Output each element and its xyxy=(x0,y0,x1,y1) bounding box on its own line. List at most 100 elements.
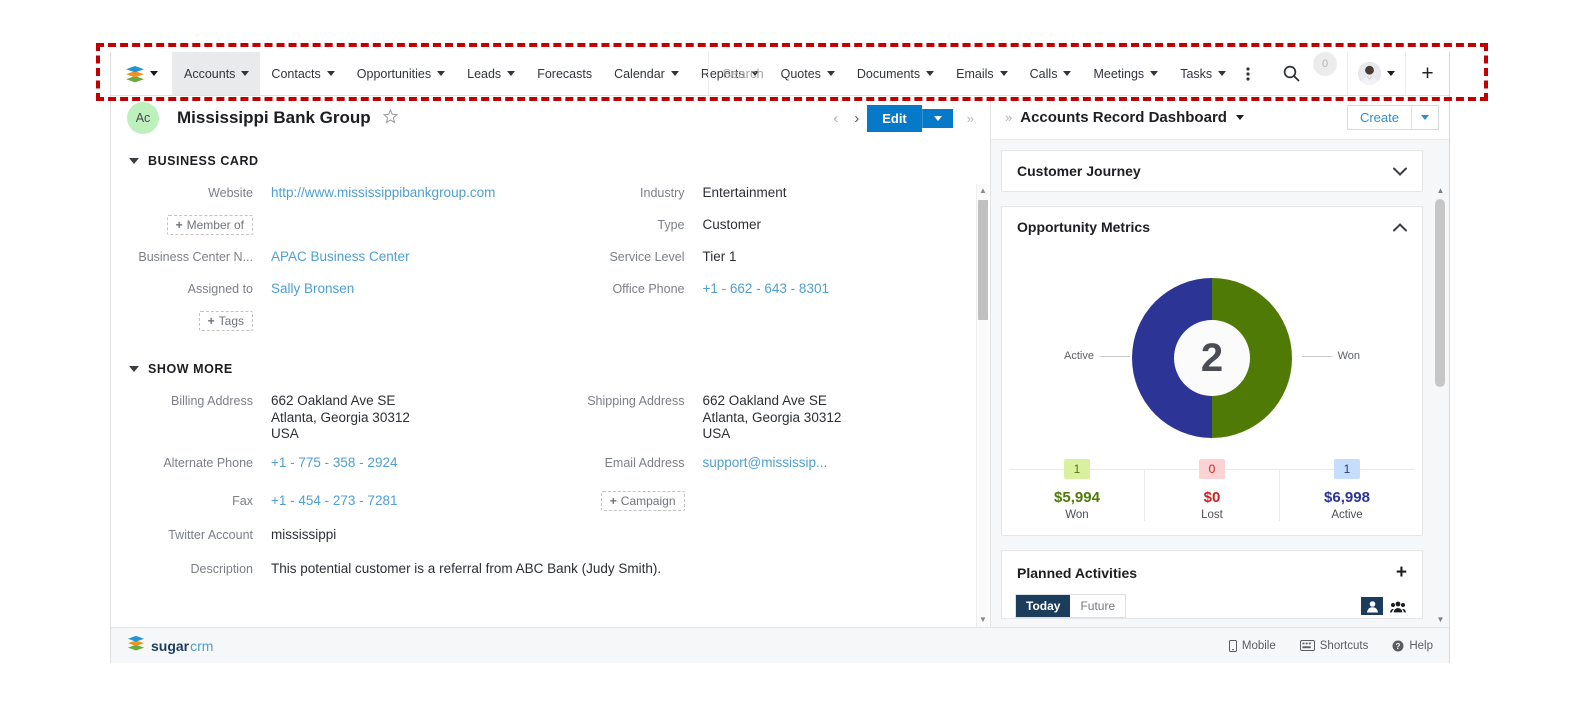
double-chevron-right-icon[interactable]: » xyxy=(997,110,1020,125)
field-value[interactable]: +1 - 662 - 643 - 8301 xyxy=(703,279,829,298)
search-icon[interactable] xyxy=(1271,52,1311,95)
field-industry: Industry Entertainment xyxy=(543,178,975,210)
field-value[interactable]: support@mississip... xyxy=(703,453,828,472)
search-container[interactable] xyxy=(707,52,1272,95)
dashboard-pane: » Accounts Record Dashboard Create Custo… xyxy=(991,96,1449,627)
record-fields-scroll: BUSINESS CARD Website http://www.mississ… xyxy=(111,140,990,627)
chevron-down-icon xyxy=(129,158,139,164)
scroll-up-icon[interactable]: ▲ xyxy=(1436,186,1445,196)
field-label: Assigned to xyxy=(187,282,253,296)
scrollbar-thumb[interactable] xyxy=(1435,199,1445,387)
star-outline-icon[interactable] xyxy=(382,108,398,128)
dashlet-customer-journey: Customer Journey xyxy=(1001,150,1423,192)
quick-create-plus-icon[interactable]: + xyxy=(1405,52,1449,95)
field-label: Office Phone xyxy=(612,282,685,296)
create-button[interactable]: Create xyxy=(1348,106,1411,129)
donut-label-won: Won xyxy=(1301,350,1360,362)
field-value[interactable]: Sally Bronsen xyxy=(271,279,354,298)
field-value[interactable]: APAC Business Center xyxy=(271,247,410,266)
edit-dropdown-button[interactable] xyxy=(921,108,953,128)
nav-item-calendar[interactable]: Calendar xyxy=(603,52,690,95)
field-label: Type xyxy=(657,218,685,232)
dashboard-title: Accounts Record Dashboard xyxy=(1020,109,1227,126)
nav-item-accounts[interactable]: Accounts xyxy=(173,52,261,95)
logo-text-crm: crm xyxy=(190,637,214,654)
record-scrollbar[interactable]: ▲ ▼ xyxy=(976,184,988,627)
plus-icon: + xyxy=(609,493,617,508)
opportunity-donut-chart: 2 Active Won xyxy=(1002,247,1422,469)
metric-count-chip: 1 xyxy=(1064,459,1090,479)
dashlet-header[interactable]: Customer Journey xyxy=(1002,151,1422,191)
single-user-icon[interactable] xyxy=(1361,597,1383,615)
add-tags-button[interactable]: + Tags xyxy=(198,311,253,331)
sugarcrm-footer-logo[interactable]: sugar crm xyxy=(127,635,213,656)
create-dropdown-button[interactable] xyxy=(1411,106,1438,129)
tab-today[interactable]: Today xyxy=(1016,595,1071,617)
group-users-icon[interactable] xyxy=(1387,597,1409,615)
notification-count: 0 xyxy=(1321,58,1329,70)
body-split: Ac Mississippi Bank Group ‹ › Edit » BUS… xyxy=(111,96,1449,627)
app-window: Accounts Contacts Opportunities Leads Fo… xyxy=(110,52,1450,663)
double-chevron-right-icon[interactable]: » xyxy=(953,111,980,126)
add-campaign-button[interactable]: + Campaign xyxy=(600,490,685,511)
field-value[interactable]: +1 - 775 - 358 - 2924 xyxy=(271,453,397,472)
field-value: Tier 1 xyxy=(702,249,737,264)
field-value[interactable]: http://www.mississippibankgroup.com xyxy=(271,183,495,202)
sugarcrm-stack-logo xyxy=(125,65,145,83)
dashboard-scrollbar[interactable]: ▲ ▼ xyxy=(1435,184,1446,627)
metric-caption: Active xyxy=(1331,509,1363,521)
nav-item-leads[interactable]: Leads xyxy=(456,52,526,95)
nav-item-opportunities[interactable]: Opportunities xyxy=(346,52,456,95)
page-title: Mississippi Bank Group xyxy=(177,108,371,127)
field-value: mississippi xyxy=(271,527,337,543)
nav-item-contacts[interactable]: Contacts xyxy=(260,52,345,95)
footer-link-shortcuts[interactable]: Shortcuts xyxy=(1299,640,1368,652)
footer-links: Mobile Shortcuts ? Help xyxy=(1228,639,1433,652)
chevron-down-icon xyxy=(670,71,679,76)
scroll-down-icon[interactable]: ▼ xyxy=(979,615,987,625)
chevron-down-icon[interactable] xyxy=(1393,164,1407,179)
dashlet-title: Customer Journey xyxy=(1017,163,1141,179)
tab-future[interactable]: Future xyxy=(1070,595,1125,617)
opportunity-metrics-row: 1 $5,994 Won 0 $0 Lost 1 $6,998 Active xyxy=(1002,459,1422,535)
nav-item-forecasts[interactable]: Forecasts xyxy=(526,52,603,95)
field-billing-address: Billing Address 662 Oakland Ave SE Atlan… xyxy=(111,386,543,448)
home-logo-button[interactable] xyxy=(111,52,173,95)
section-header-show-more[interactable]: SHOW MORE xyxy=(111,338,974,386)
field-description: Description This potential customer is a… xyxy=(111,549,974,583)
footer-link-help[interactable]: ? Help xyxy=(1392,640,1433,652)
field-label: Website xyxy=(208,186,253,200)
footer-link-mobile[interactable]: Mobile xyxy=(1228,639,1276,652)
chevron-left-icon[interactable]: ‹ xyxy=(825,110,846,127)
scroll-up-icon[interactable]: ▲ xyxy=(979,186,987,196)
field-value[interactable]: +1 - 454 - 273 - 7281 xyxy=(271,491,397,510)
record-pane: Ac Mississippi Bank Group ‹ › Edit » BUS… xyxy=(111,96,991,627)
user-menu-button[interactable] xyxy=(1347,52,1405,95)
field-tags: + Tags xyxy=(111,306,543,338)
field-label: Service Level xyxy=(609,250,685,264)
field-column-right: Shipping Address 662 Oakland Ave SE Atla… xyxy=(543,386,975,549)
search-input[interactable] xyxy=(722,66,1257,81)
chevron-down-icon[interactable] xyxy=(1235,115,1244,120)
leader-line xyxy=(1301,355,1332,357)
notification-badge[interactable]: 0 xyxy=(1313,52,1337,76)
plus-icon: + xyxy=(207,314,215,328)
donut-label-active: Active xyxy=(1064,350,1130,362)
scroll-down-icon[interactable]: ▼ xyxy=(1436,615,1445,625)
field-label: Business Center N... xyxy=(138,250,253,264)
field-value: 662 Oakland Ave SE Atlanta, Georgia 3031… xyxy=(271,393,410,442)
plus-icon[interactable]: + xyxy=(1396,563,1407,582)
chevron-up-icon[interactable] xyxy=(1393,220,1407,235)
scrollbar-thumb[interactable] xyxy=(978,200,988,320)
metric-active: 1 $6,998 Active xyxy=(1279,459,1414,521)
edit-button[interactable]: Edit xyxy=(867,104,922,132)
field-assigned-to: Assigned to Sally Bronsen xyxy=(111,274,543,306)
section-header-business-card[interactable]: BUSINESS CARD xyxy=(111,140,974,178)
metric-count-chip: 1 xyxy=(1334,459,1360,479)
chevron-down-icon xyxy=(1421,115,1429,120)
dashlet-header[interactable]: Opportunity Metrics xyxy=(1002,207,1422,247)
chevron-right-icon[interactable]: › xyxy=(846,110,867,127)
add-member-of-button[interactable]: + Member of xyxy=(166,215,253,235)
record-module-badge: Ac xyxy=(127,102,159,134)
donut-label-text: Active xyxy=(1064,350,1094,362)
